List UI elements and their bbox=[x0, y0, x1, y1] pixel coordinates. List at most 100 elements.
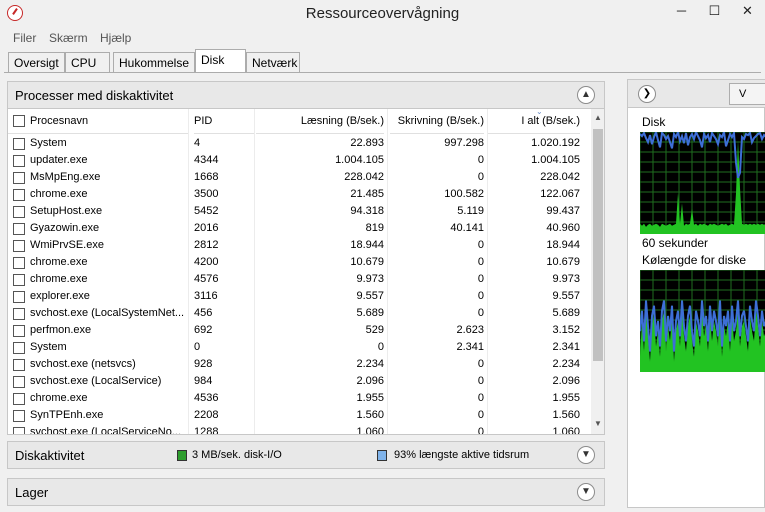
pid-cell: 5452 bbox=[194, 205, 219, 217]
row-checkbox[interactable] bbox=[13, 189, 25, 201]
select-all-checkbox[interactable] bbox=[13, 115, 25, 127]
row-checkbox[interactable] bbox=[13, 257, 25, 269]
pid-cell: 2016 bbox=[194, 222, 219, 234]
chevron-down-icon[interactable]: ▼ bbox=[577, 446, 595, 464]
column-header-write[interactable]: Skrivning (B/sek.) bbox=[390, 109, 484, 134]
read-cell: 1.004.105 bbox=[335, 154, 384, 166]
table-row[interactable]: updater.exe 4344 1.004.105 0 1.004.105 bbox=[8, 152, 588, 169]
column-header-pid[interactable]: PID bbox=[194, 109, 254, 134]
read-cell: 21.485 bbox=[350, 188, 384, 200]
pid-cell: 1668 bbox=[194, 171, 219, 183]
row-checkbox[interactable] bbox=[13, 410, 25, 422]
tab-network[interactable]: Netværk bbox=[246, 52, 300, 72]
total-cell: 1.004.105 bbox=[531, 154, 580, 166]
table-row[interactable]: svchost.exe (LocalSystemNet... 456 5.689 0 5… bbox=[8, 305, 588, 322]
row-checkbox[interactable] bbox=[13, 138, 25, 150]
vertical-scrollbar[interactable]: ▲ ▼ bbox=[591, 109, 604, 434]
active-time-legend-swatch bbox=[377, 450, 387, 461]
storage-section-header[interactable]: Lager ▼ bbox=[7, 478, 605, 506]
pid-cell: 4536 bbox=[194, 392, 219, 404]
tab-cpu[interactable]: CPU bbox=[65, 52, 110, 72]
row-checkbox[interactable] bbox=[13, 172, 25, 184]
write-cell: 0 bbox=[477, 409, 484, 421]
pid-cell: 3500 bbox=[194, 188, 219, 200]
write-cell: 0 bbox=[477, 171, 484, 183]
row-checkbox[interactable] bbox=[13, 291, 25, 303]
row-checkbox[interactable] bbox=[13, 427, 25, 434]
row-checkbox[interactable] bbox=[13, 393, 25, 405]
row-checkbox[interactable] bbox=[13, 155, 25, 167]
total-cell: 9.973 bbox=[552, 273, 580, 285]
read-cell: 1.060 bbox=[356, 426, 384, 435]
collapse-panel-button[interactable]: ❯ bbox=[638, 85, 656, 103]
sort-arrow-icon: ⌄ bbox=[536, 109, 543, 116]
read-cell: 2.096 bbox=[356, 375, 384, 387]
row-checkbox[interactable] bbox=[13, 308, 25, 320]
scrollbar-thumb[interactable] bbox=[593, 129, 603, 361]
column-header-read[interactable]: Læsning (B/sek.) bbox=[256, 109, 384, 134]
row-checkbox[interactable] bbox=[13, 325, 25, 337]
column-header-total[interactable]: ⌄ I alt (B/sek.) bbox=[488, 109, 580, 134]
row-checkbox[interactable] bbox=[13, 223, 25, 235]
read-cell: 5.689 bbox=[356, 307, 384, 319]
total-cell: 1.560 bbox=[552, 409, 580, 421]
chevron-down-icon[interactable]: ▼ bbox=[577, 483, 595, 501]
row-checkbox[interactable] bbox=[13, 206, 25, 218]
table-row[interactable]: svchost.exe (LocalServiceNo... 1288 1.060 0… bbox=[8, 424, 588, 435]
table-row[interactable]: chrome.exe 3500 21.485 100.582 122.067 bbox=[8, 186, 588, 203]
tab-disk[interactable]: Disk bbox=[195, 49, 246, 73]
views-button[interactable]: V bbox=[729, 83, 765, 105]
table-row[interactable]: svchost.exe (LocalService) 984 2.096 0 2.096 bbox=[8, 373, 588, 390]
pid-cell: 4344 bbox=[194, 154, 219, 166]
tab-memory[interactable]: Hukommelse bbox=[113, 52, 195, 72]
menu-file[interactable]: Filer bbox=[13, 31, 36, 45]
total-cell: 228.042 bbox=[540, 171, 580, 183]
table-row[interactable]: chrome.exe 4576 9.973 0 9.973 bbox=[8, 271, 588, 288]
scroll-up-icon[interactable]: ▲ bbox=[591, 111, 604, 125]
processes-section-header[interactable]: Processer med diskaktivitet ▲ bbox=[7, 81, 605, 109]
minimize-button[interactable]: ─ bbox=[665, 0, 698, 22]
row-checkbox[interactable] bbox=[13, 274, 25, 286]
pid-cell: 928 bbox=[194, 358, 213, 370]
table-row[interactable]: SynTPEnh.exe 2208 1.560 0 1.560 bbox=[8, 407, 588, 424]
table-row[interactable]: perfmon.exe 692 529 2.623 3.152 bbox=[8, 322, 588, 339]
table-row[interactable]: chrome.exe 4536 1.955 0 1.955 bbox=[8, 390, 588, 407]
table-row[interactable]: Gyazowin.exe 2016 819 40.141 40.960 bbox=[8, 220, 588, 237]
menu-view[interactable]: Skærm bbox=[49, 31, 88, 45]
pid-cell: 4576 bbox=[194, 273, 219, 285]
scroll-down-icon[interactable]: ▼ bbox=[591, 417, 604, 431]
table-row[interactable]: SetupHost.exe 5452 94.318 5.119 99.437 bbox=[8, 203, 588, 220]
row-checkbox[interactable] bbox=[13, 376, 25, 388]
close-button[interactable]: ✕ bbox=[731, 0, 764, 22]
table-row[interactable]: System 0 0 2.341 2.341 bbox=[8, 339, 588, 356]
read-cell: 529 bbox=[365, 324, 384, 336]
total-cell: 2.341 bbox=[552, 341, 580, 353]
pid-cell: 2208 bbox=[194, 409, 219, 421]
maximize-button[interactable]: ☐ bbox=[698, 0, 731, 22]
write-cell: 997.298 bbox=[444, 137, 484, 149]
tab-overview[interactable]: Oversigt bbox=[8, 52, 65, 72]
total-cell: 3.152 bbox=[552, 324, 580, 336]
table-row[interactable]: System 4 22.893 997.298 1.020.192 bbox=[8, 135, 588, 152]
write-cell: 0 bbox=[477, 290, 484, 302]
disk-activity-section-header[interactable]: Diskaktivitet 3 MB/sek. disk-I/O 93% læn… bbox=[7, 441, 605, 469]
row-checkbox[interactable] bbox=[13, 240, 25, 252]
process-name-cell: svchost.exe (netsvcs) bbox=[30, 358, 136, 370]
table-row[interactable]: MsMpEng.exe 1668 228.042 0 228.042 bbox=[8, 169, 588, 186]
write-cell: 0 bbox=[477, 239, 484, 251]
menu-help[interactable]: Hjælp bbox=[100, 31, 131, 45]
process-name-cell: perfmon.exe bbox=[30, 324, 92, 336]
column-header-name[interactable]: Procesnavn bbox=[8, 109, 188, 134]
table-row[interactable]: chrome.exe 4200 10.679 0 10.679 bbox=[8, 254, 588, 271]
read-cell: 819 bbox=[365, 222, 384, 234]
table-row[interactable]: WmiPrvSE.exe 2812 18.944 0 18.944 bbox=[8, 237, 588, 254]
title-bar: Ressourceovervågning ─ ☐ ✕ bbox=[0, 0, 765, 28]
table-row[interactable]: explorer.exe 3116 9.557 0 9.557 bbox=[8, 288, 588, 305]
chevron-up-icon[interactable]: ▲ bbox=[577, 86, 595, 104]
pid-cell: 1288 bbox=[194, 426, 219, 435]
row-checkbox[interactable] bbox=[13, 359, 25, 371]
read-cell: 9.557 bbox=[356, 290, 384, 302]
row-checkbox[interactable] bbox=[13, 342, 25, 354]
table-row[interactable]: svchost.exe (netsvcs) 928 2.234 0 2.234 bbox=[8, 356, 588, 373]
read-cell: 22.893 bbox=[350, 137, 384, 149]
